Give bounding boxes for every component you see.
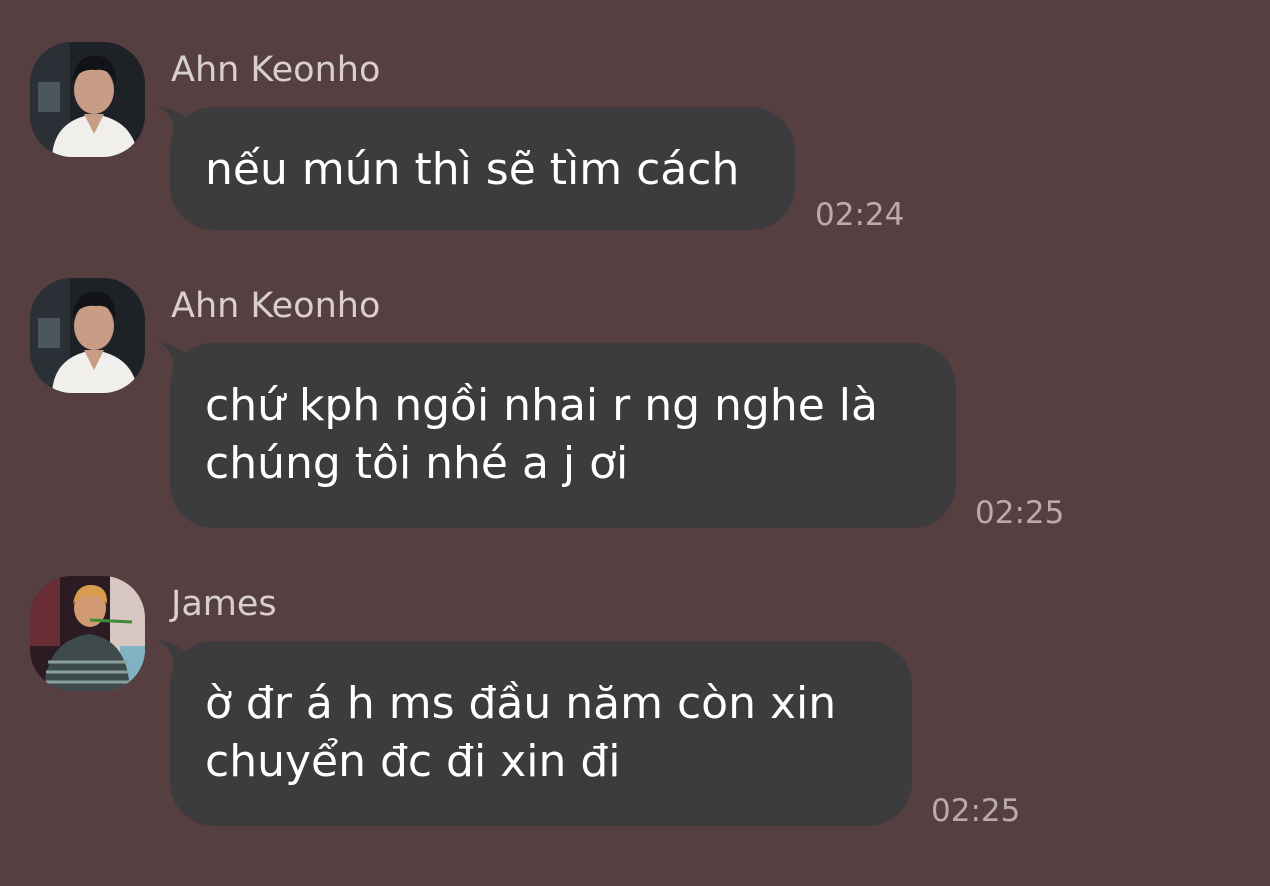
message-text-line: chúng tôi nhé a j ơi [205,438,629,489]
timestamp: 02:25 [931,793,1021,829]
message-bubble[interactable]: ờ đr á h ms đầu năm còn xin chuyển đc đi… [170,641,912,826]
message-row: James ờ đr á h ms đầu năm còn xin chuyển… [0,576,1270,836]
timestamp: 02:25 [975,495,1065,531]
avatar[interactable] [30,278,145,393]
message-text-line: chuyển đc đi xin đi [205,736,621,787]
avatar-photo-ahn-keonho-icon [30,278,145,393]
timestamp: 02:24 [815,197,905,233]
sender-name: Ahn Keonho [171,286,381,326]
sender-name: Ahn Keonho [171,50,381,90]
message-text-line: chứ kph ngồi nhai r ng nghe là [205,380,878,431]
message-row: Ahn Keonho chứ kph ngồi nhai r ng nghe l… [0,278,1270,538]
message-bubble[interactable]: chứ kph ngồi nhai r ng nghe là chúng tôi… [170,343,956,528]
avatar-photo-ahn-keonho-icon [30,42,145,157]
message-text-line: ờ đr á h ms đầu năm còn xin [205,678,837,729]
avatar-photo-james-icon [30,576,145,691]
avatar[interactable] [30,42,145,157]
message-bubble[interactable]: nếu mún thì sẽ tìm cách [170,107,795,230]
message-text-line: nếu mún thì sẽ tìm cách [205,144,740,195]
avatar[interactable] [30,576,145,691]
sender-name: James [171,584,277,624]
message-row: Ahn Keonho nếu mún thì sẽ tìm cách 02:24 [0,42,1270,242]
